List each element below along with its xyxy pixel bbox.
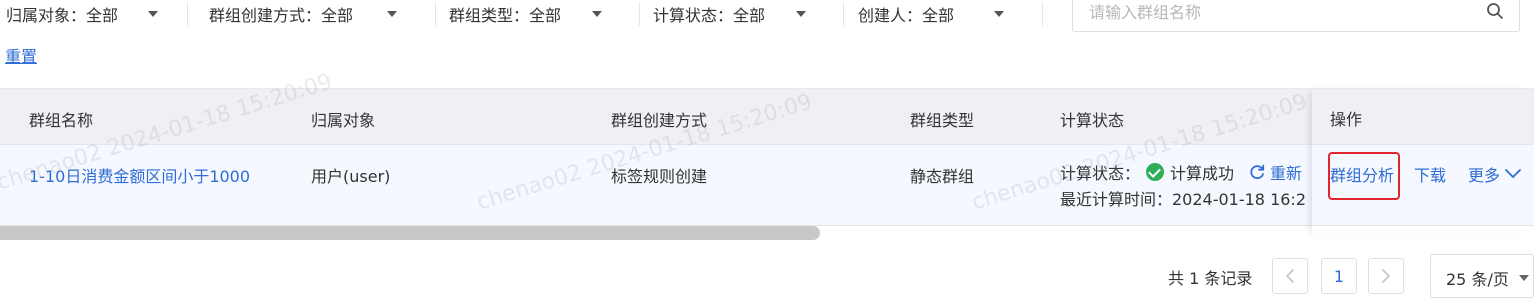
refresh-icon bbox=[1250, 164, 1265, 180]
download-button[interactable]: 下载 bbox=[1414, 162, 1446, 186]
caret-down-icon bbox=[796, 11, 806, 17]
group-name-search bbox=[1072, 0, 1520, 32]
creator-filter-label: 创建人：全部 bbox=[858, 6, 955, 25]
group-analysis-button[interactable]: 群组分析 bbox=[1330, 162, 1394, 186]
caret-down-icon bbox=[148, 11, 158, 17]
operation-column: 操作 群组分析 下载 更多 bbox=[1312, 88, 1534, 236]
chevron-right-icon bbox=[1382, 269, 1390, 283]
table-header: 群组名称 归属对象 群组创建方式 群组类型 计算状态 bbox=[0, 88, 1534, 145]
page-number-button[interactable]: 1 bbox=[1321, 258, 1357, 294]
next-page-button[interactable] bbox=[1368, 258, 1404, 294]
col-header-type[interactable]: 群组类型 bbox=[910, 107, 974, 131]
check-circle-icon bbox=[1146, 163, 1165, 181]
row-calc-status: 计算状态： 计算成功 重新 bbox=[1060, 160, 1302, 184]
col-header-ops: 操作 bbox=[1312, 88, 1534, 145]
col-header-status[interactable]: 计算状态 bbox=[1060, 107, 1124, 131]
caret-down-icon bbox=[387, 11, 397, 17]
row-create-method: 标签规则创建 bbox=[611, 167, 708, 186]
calc-status-filter[interactable]: 计算状态：全部 bbox=[653, 0, 806, 28]
group-type-filter-label: 群组类型：全部 bbox=[449, 6, 562, 25]
horizontal-scrollbar[interactable] bbox=[0, 226, 820, 240]
table-row: 1-10日消费金额区间小于1000 用户(user) 标签规则创建 静态群组 计… bbox=[0, 145, 1534, 226]
row-operations: 群组分析 下载 更多 bbox=[1312, 145, 1534, 226]
filter-bar: 归属对象：全部 群组创建方式：全部 群组类型：全部 计算状态：全部 创建人：全部 bbox=[0, 0, 1534, 32]
calc-status-value: 计算成功 bbox=[1170, 164, 1235, 183]
more-label: 更多 bbox=[1468, 166, 1501, 185]
col-header-name[interactable]: 群组名称 bbox=[29, 107, 93, 131]
caret-down-icon bbox=[994, 11, 1004, 17]
calc-status-filter-label: 计算状态：全部 bbox=[653, 6, 766, 25]
owner-filter[interactable]: 归属对象：全部 bbox=[6, 0, 158, 28]
row-group-type: 静态群组 bbox=[910, 167, 975, 186]
recalculate-button[interactable]: 重新 bbox=[1248, 160, 1302, 184]
create-method-filter[interactable]: 群组创建方式：全部 bbox=[209, 0, 397, 28]
owner-filter-label: 归属对象：全部 bbox=[6, 6, 119, 25]
page-size-select[interactable]: 25 条/页 bbox=[1430, 254, 1534, 298]
chevron-left-icon bbox=[1286, 269, 1294, 283]
filter-divider bbox=[1042, 2, 1043, 26]
col-header-method[interactable]: 群组创建方式 bbox=[611, 107, 707, 131]
col-header-owner[interactable]: 归属对象 bbox=[311, 107, 375, 131]
creator-filter[interactable]: 创建人：全部 bbox=[858, 0, 1004, 28]
more-button[interactable]: 更多 bbox=[1468, 162, 1522, 186]
filter-divider bbox=[435, 2, 436, 26]
search-icon[interactable] bbox=[1485, 1, 1505, 21]
group-list-page: 归属对象：全部 群组创建方式：全部 群组类型：全部 计算状态：全部 创建人：全部 bbox=[0, 0, 1534, 301]
recalculate-label: 重新 bbox=[1270, 164, 1303, 183]
create-method-filter-label: 群组创建方式：全部 bbox=[209, 6, 354, 25]
chevron-down-icon bbox=[1505, 169, 1521, 178]
last-calc-time: 最近计算时间：2024-01-18 16:2 bbox=[1060, 190, 1307, 209]
caret-down-icon bbox=[1519, 275, 1529, 281]
caret-down-icon bbox=[592, 11, 602, 17]
filter-divider bbox=[639, 2, 640, 26]
reset-link[interactable]: 重置 bbox=[5, 43, 37, 67]
current-page: 1 bbox=[1333, 266, 1345, 286]
col-header-ops-label: 操作 bbox=[1330, 110, 1363, 129]
page-size-value: 25 条/页 bbox=[1446, 270, 1509, 289]
total-records: 共 1 条记录 bbox=[1168, 269, 1253, 288]
row-owner: 用户(user) bbox=[311, 167, 391, 186]
group-name-link[interactable]: 1-10日消费金额区间小于1000 bbox=[29, 163, 250, 187]
prev-page-button[interactable] bbox=[1272, 258, 1308, 294]
filter-divider bbox=[187, 2, 188, 26]
search-input[interactable] bbox=[1089, 0, 1469, 25]
filter-divider bbox=[843, 2, 844, 26]
calc-status-label: 计算状态： bbox=[1060, 164, 1141, 183]
group-type-filter[interactable]: 群组类型：全部 bbox=[449, 0, 602, 28]
